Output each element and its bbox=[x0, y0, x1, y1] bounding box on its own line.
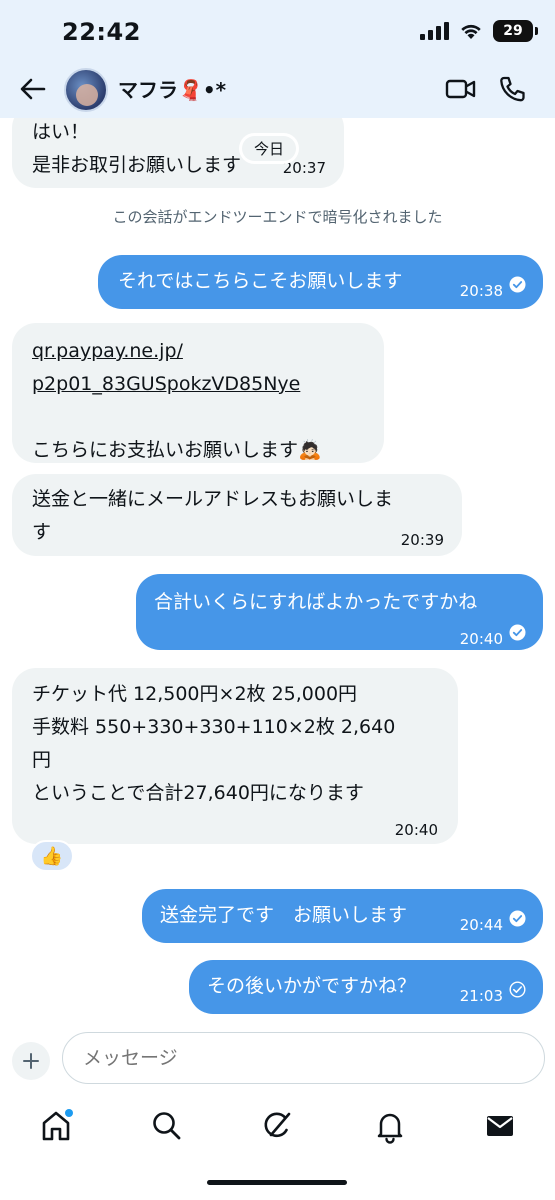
message-time: 21:03 bbox=[459, 987, 503, 1005]
read-receipt-icon bbox=[509, 276, 526, 293]
avatar[interactable] bbox=[64, 68, 108, 112]
messages-icon[interactable] bbox=[482, 1108, 518, 1144]
home-icon[interactable] bbox=[38, 1108, 74, 1144]
message-time: 20:40 bbox=[394, 821, 438, 839]
notifications-icon[interactable] bbox=[372, 1108, 408, 1144]
message-text: す bbox=[32, 521, 52, 543]
message-text: 手数料 550+330+330+110×2枚 2,640 bbox=[32, 716, 396, 738]
message-text: それではこちらこそお願いします bbox=[118, 270, 403, 292]
message-outgoing[interactable]: 送金完了です お願いします 20:44 bbox=[142, 889, 543, 943]
thumbs-up-reaction[interactable]: 👍 bbox=[30, 840, 74, 872]
plus-icon bbox=[23, 1053, 39, 1069]
message-outgoing[interactable]: 合計いくらにすればよかったですかね 20:40 bbox=[136, 574, 543, 650]
read-receipt-icon bbox=[509, 624, 526, 641]
home-indicator bbox=[207, 1180, 347, 1185]
message-composer bbox=[0, 1030, 555, 1090]
message-outgoing[interactable]: それではこちらこそお願いします 20:38 bbox=[98, 255, 543, 309]
cellular-signal-icon bbox=[420, 22, 449, 40]
message-incoming[interactable]: 送金と一緒にメールアドレスもお願いしま す 20:39 bbox=[12, 474, 462, 556]
back-arrow-icon[interactable] bbox=[16, 72, 50, 106]
message-text: 送金完了です お願いします bbox=[160, 904, 408, 926]
search-icon[interactable] bbox=[149, 1108, 185, 1144]
payment-link[interactable]: qr.paypay.ne.jp/ bbox=[32, 335, 364, 368]
date-separator: 今日 bbox=[242, 136, 297, 161]
video-call-icon[interactable] bbox=[444, 74, 478, 104]
message-time: 20:44 bbox=[459, 916, 503, 934]
status-icons: 29 bbox=[420, 20, 538, 42]
top-bar: 22:42 29 マフラ🧣•* bbox=[0, 0, 555, 118]
message-time: 20:39 bbox=[400, 531, 444, 549]
message-text: 送金と一緒にメールアドレスもお願いしま bbox=[32, 488, 394, 510]
bottom-nav bbox=[0, 1100, 555, 1150]
status-time: 22:42 bbox=[62, 18, 141, 46]
payment-link[interactable]: p2p01_83GUSpokzVD85Nye bbox=[32, 368, 364, 401]
read-receipt-icon bbox=[509, 910, 526, 927]
wifi-icon bbox=[461, 24, 481, 39]
message-text: 合計いくらにすればよかったですかね bbox=[154, 591, 478, 613]
contact-name[interactable]: マフラ🧣•* bbox=[118, 74, 226, 103]
grok-icon[interactable] bbox=[260, 1108, 296, 1144]
phone-icon[interactable] bbox=[496, 74, 530, 104]
encryption-notice: この会話がエンドツーエンドで暗号化されました bbox=[112, 208, 443, 226]
chat-header: マフラ🧣•* bbox=[0, 60, 555, 118]
battery-level: 29 bbox=[503, 23, 523, 39]
message-text: その後いかがですかね？ bbox=[207, 975, 417, 997]
message-incoming[interactable]: チケット代 12,500円×2枚 25,000円 手数料 550+330+330… bbox=[12, 668, 458, 844]
message-text: こちらにお支払いお願いします🙇🏻 bbox=[32, 439, 322, 461]
message-input[interactable] bbox=[62, 1032, 545, 1084]
message-text: ということで合計27,640円になります bbox=[32, 782, 364, 804]
add-attachment-button[interactable] bbox=[12, 1042, 50, 1080]
message-time: 20:38 bbox=[459, 282, 503, 300]
battery-icon: 29 bbox=[493, 20, 538, 42]
message-incoming[interactable]: qr.paypay.ne.jp/ p2p01_83GUSpokzVD85Nye … bbox=[12, 323, 384, 463]
message-time: 20:40 bbox=[459, 630, 503, 648]
sent-receipt-icon bbox=[509, 981, 526, 998]
message-outgoing[interactable]: その後いかがですかね？ 21:03 bbox=[189, 960, 543, 1014]
message-text: 円 bbox=[32, 749, 52, 771]
message-list[interactable]: はい！ 是非お取引お願いします 20:37 今日 この会話がエンドツーエンドで暗… bbox=[0, 118, 555, 1030]
message-text: チケット代 12,500円×2枚 25,000円 bbox=[32, 683, 358, 705]
